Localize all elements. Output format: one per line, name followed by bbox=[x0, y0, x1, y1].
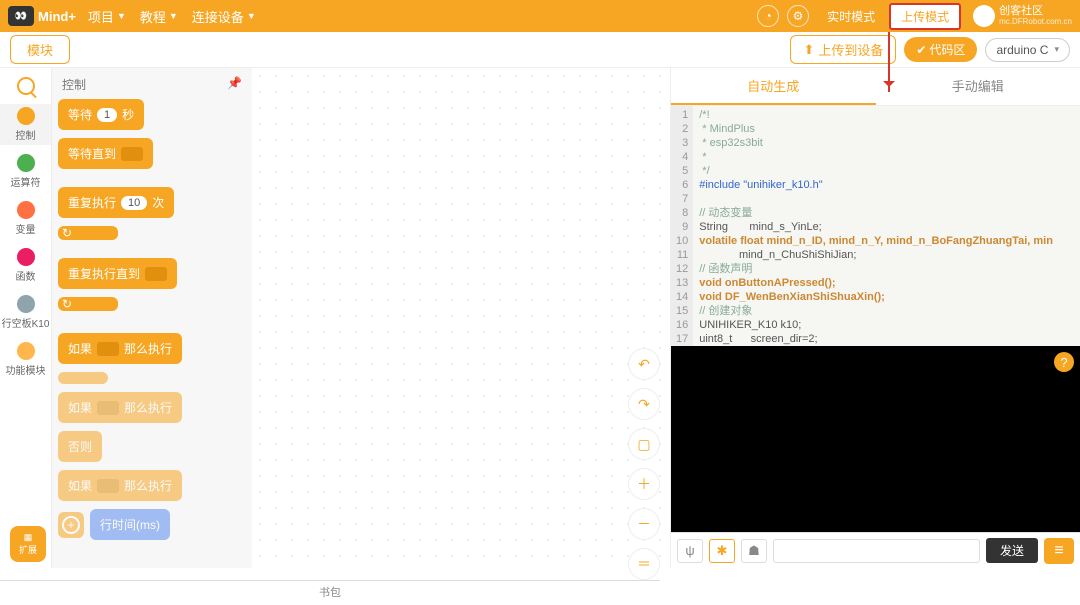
settings-icon[interactable]: ⚙ bbox=[787, 5, 809, 27]
block-else[interactable]: 否则 bbox=[58, 431, 102, 462]
app-brand: Mind+ bbox=[38, 9, 76, 24]
usb-icon[interactable]: ψ bbox=[677, 539, 703, 563]
disconnect-icon[interactable]: ✱ bbox=[709, 539, 735, 563]
code-editor: 1234567891011121314151617181920 /*! * Mi… bbox=[671, 106, 1080, 346]
serial-input[interactable] bbox=[773, 539, 980, 563]
zoom-reset-button[interactable]: ＝ bbox=[628, 548, 660, 580]
block-canvas[interactable]: ↶ ↷ ▢ ＋ － ＝ bbox=[252, 68, 670, 568]
code-area-toggle[interactable]: ✔代码区 bbox=[904, 37, 977, 62]
help-icon[interactable]: ? bbox=[1054, 352, 1074, 372]
upload-icon: ⬆ bbox=[803, 42, 814, 58]
block-plus[interactable]: + bbox=[58, 512, 84, 538]
block-if-else[interactable]: 如果那么执行 bbox=[58, 392, 182, 423]
zoom-in-button[interactable]: ＋ bbox=[628, 468, 660, 500]
block-repeat-until-body[interactable]: ↻ bbox=[58, 297, 118, 311]
community-link[interactable]: 创客社区mc.DFRobot.com.cn bbox=[973, 5, 1072, 27]
search-icon bbox=[17, 77, 35, 95]
extensions-button[interactable]: ▦扩展 bbox=[10, 526, 46, 562]
realtime-mode-button[interactable]: 实时模式 bbox=[817, 5, 885, 28]
community-icon bbox=[973, 5, 995, 27]
redo-button[interactable]: ↷ bbox=[628, 388, 660, 420]
serial-menu-icon[interactable]: ≡ bbox=[1044, 538, 1074, 564]
menu-connect[interactable]: 连接设备▼ bbox=[192, 7, 256, 26]
menu-project[interactable]: 项目▼ bbox=[88, 7, 126, 26]
monitor-icon[interactable]: ☗ bbox=[741, 539, 767, 563]
module-tab[interactable]: 模块 bbox=[10, 35, 70, 64]
tab-manual-edit[interactable]: 手动编辑 bbox=[876, 68, 1080, 105]
language-dropdown[interactable]: arduino C▾ bbox=[985, 38, 1070, 62]
category-control[interactable]: 控制 bbox=[0, 104, 51, 145]
app-logo: 👀 bbox=[8, 6, 34, 26]
block-if-then-2[interactable]: 如果那么执行 bbox=[58, 470, 182, 501]
menu-tutorial[interactable]: 教程▼ bbox=[140, 7, 178, 26]
dashboard-icon[interactable]: ◔ bbox=[757, 5, 779, 27]
tab-auto-generate[interactable]: 自动生成 bbox=[671, 68, 876, 105]
bookbag-bar[interactable]: 书包 bbox=[0, 580, 660, 604]
block-repeat-until[interactable]: 重复执行直到 bbox=[58, 258, 177, 289]
category-variables[interactable]: 变量 bbox=[0, 198, 51, 239]
block-if-body[interactable] bbox=[58, 372, 108, 384]
console-output: ? bbox=[671, 346, 1080, 532]
block-wait-until[interactable]: 等待直到 bbox=[58, 138, 153, 169]
block-if-then[interactable]: 如果那么执行 bbox=[58, 333, 182, 364]
block-repeat[interactable]: 重复执行10次 bbox=[58, 187, 174, 218]
block-wait[interactable]: 等待1秒 bbox=[58, 99, 144, 130]
send-button[interactable]: 发送 bbox=[986, 538, 1038, 563]
category-functions[interactable]: 函数 bbox=[0, 245, 51, 286]
search-button[interactable] bbox=[0, 74, 51, 98]
tidy-button[interactable]: ▢ bbox=[628, 428, 660, 460]
block-runtime-ms[interactable]: 行时间(ms) bbox=[90, 509, 170, 540]
annotation-arrow bbox=[888, 32, 890, 92]
block-repeat-body[interactable]: ↻ bbox=[58, 226, 118, 240]
category-modules[interactable]: 功能模块 bbox=[0, 339, 51, 380]
undo-button[interactable]: ↶ bbox=[628, 348, 660, 380]
zoom-out-button[interactable]: － bbox=[628, 508, 660, 540]
palette-header: 控制 bbox=[62, 76, 86, 93]
category-board[interactable]: 行空板K10 bbox=[0, 292, 51, 333]
pin-icon[interactable]: 📌 bbox=[227, 76, 242, 93]
category-operators[interactable]: 运算符 bbox=[0, 151, 51, 192]
upload-mode-button[interactable]: 上传模式 bbox=[889, 3, 961, 30]
upload-to-device-button[interactable]: ⬆上传到设备 bbox=[790, 35, 896, 64]
